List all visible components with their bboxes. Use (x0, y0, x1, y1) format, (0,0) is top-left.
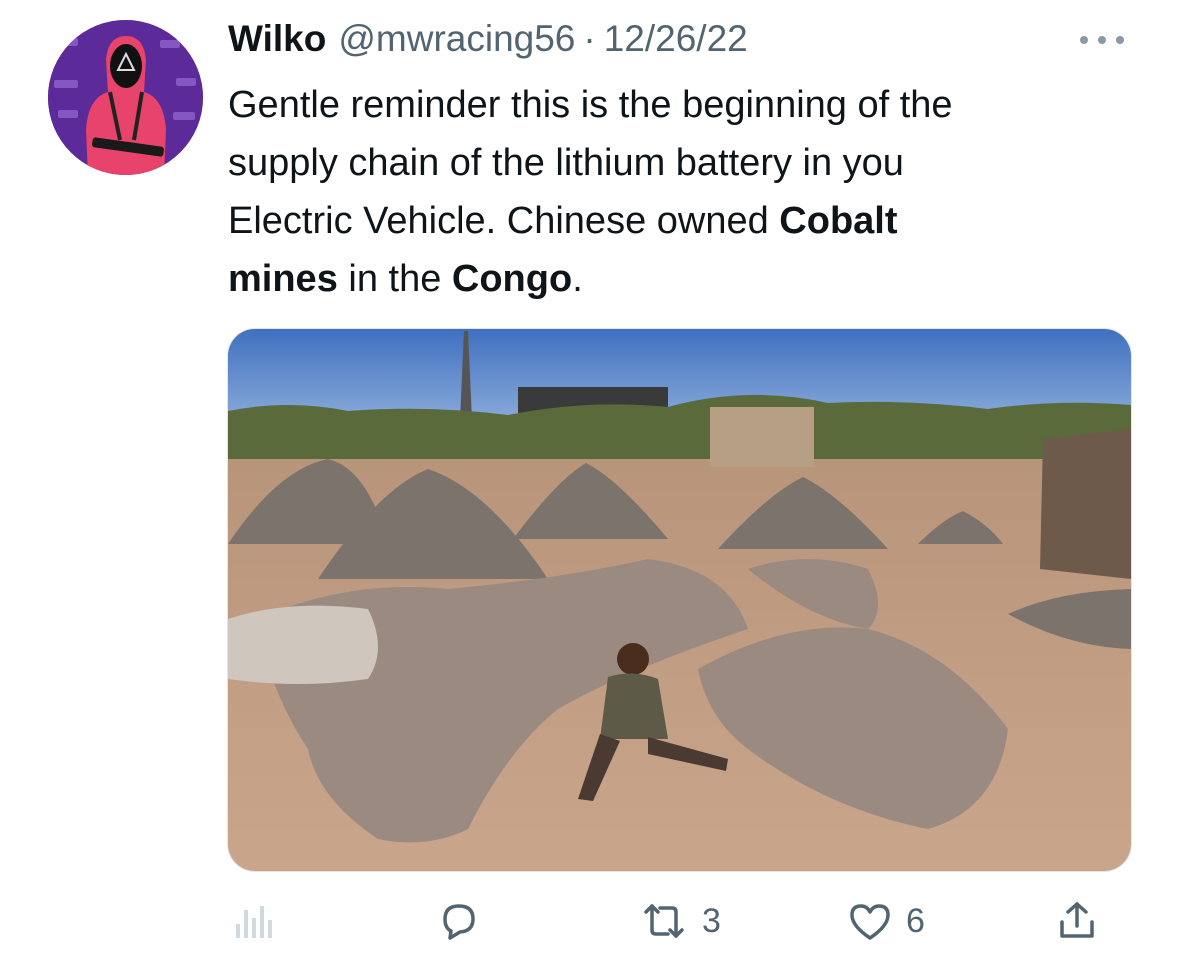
avatar[interactable] (48, 20, 203, 175)
display-name[interactable]: Wilko (228, 18, 326, 60)
retweet-button[interactable]: 3 (638, 893, 721, 949)
retweet-count: 3 (702, 901, 721, 940)
reply-button[interactable] (436, 893, 482, 949)
bold-text: Cobalt (779, 200, 898, 242)
reply-icon (443, 904, 475, 940)
tweet-text: Gentle reminder this is the beginning of… (228, 76, 1128, 308)
share-button[interactable] (1054, 893, 1100, 949)
tweet-text-line: supply chain of the lithium battery in y… (228, 142, 904, 184)
tweet-text-line: Electric Vehicle. Chinese owned Cobalt (228, 192, 1128, 250)
more-icon[interactable] (1080, 26, 1124, 54)
tweet-date[interactable]: 12/26/22 (604, 18, 748, 60)
share-icon (1060, 902, 1094, 938)
more-dot (1098, 36, 1106, 44)
like-count: 6 (906, 901, 925, 940)
analytics-icon[interactable] (232, 893, 274, 949)
tweet-actions: 3 6 (0, 893, 1179, 953)
like-button[interactable]: 6 (846, 893, 925, 949)
bold-text: Congo (451, 258, 573, 300)
tweet-text-segment: . (572, 258, 583, 300)
separator: · (583, 18, 596, 59)
heart-icon (850, 904, 890, 940)
retweet-icon (644, 904, 684, 938)
more-dot (1080, 36, 1088, 44)
bold-text: mines (228, 258, 338, 300)
tweet-text-segment: in the (337, 258, 452, 300)
tweet-header: Wilko @mwracing56 · 12/26/22 (228, 18, 748, 66)
more-dot (1116, 36, 1124, 44)
tweet-photo[interactable] (227, 328, 1132, 872)
tweet-text-segment: Electric Vehicle. Chinese owned (228, 200, 780, 242)
tweet-text-line: mines in the Congo. (228, 250, 1128, 308)
tweet[interactable]: Wilko @mwracing56 · 12/26/22 Gentle remi… (0, 0, 1179, 955)
tweet-text-line: Gentle reminder this is the beginning of… (228, 84, 953, 126)
user-handle[interactable]: @mwracing56 (338, 18, 575, 60)
